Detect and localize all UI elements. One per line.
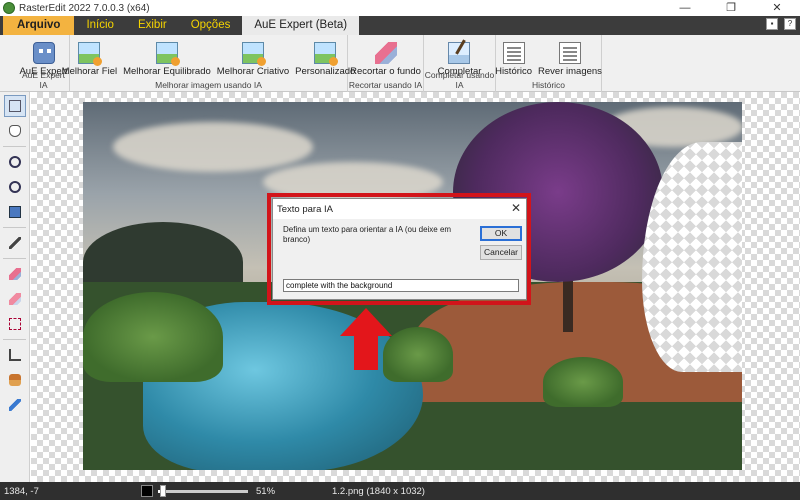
crop-select-tool[interactable] bbox=[4, 95, 26, 117]
select-frame-icon bbox=[9, 100, 21, 112]
group-label: Recortar usando IA bbox=[348, 80, 423, 90]
file-info: 1.2.png (1840 x 1032) bbox=[332, 486, 425, 497]
review-document-icon bbox=[558, 42, 581, 64]
zoom-in-icon bbox=[9, 156, 21, 168]
close-button[interactable]: ✕ bbox=[754, 0, 800, 16]
window-title: RasterEdit 2022 7.0.0.3 (x64) bbox=[19, 2, 150, 14]
quick-access: ▪ ? bbox=[766, 18, 796, 30]
image-settings-icon bbox=[314, 42, 339, 66]
group-label: Completar usando IA bbox=[424, 70, 495, 90]
arrow-head bbox=[340, 308, 392, 336]
eraser-icon bbox=[374, 42, 397, 64]
crop-icon bbox=[9, 349, 21, 361]
texto-para-ia-dialog: Texto para IA ✕ Defina um texto para ori… bbox=[272, 198, 527, 300]
save-icon[interactable]: ▪ bbox=[766, 18, 778, 30]
prompt-text-input[interactable] bbox=[283, 279, 519, 292]
cancel-button[interactable]: Cancelar bbox=[480, 245, 522, 260]
ribbon-group-melhorar: Melhorar Fiel Melhorar Equilibrado Melho… bbox=[62, 35, 355, 92]
tool-strip bbox=[0, 92, 30, 482]
eraser-tool[interactable] bbox=[4, 263, 26, 285]
melhorar-fiel-button[interactable]: Melhorar Fiel bbox=[59, 42, 120, 77]
tool-divider bbox=[3, 339, 26, 340]
tool-divider bbox=[3, 258, 26, 259]
minimize-button[interactable]: — bbox=[662, 0, 708, 16]
zoom-slider[interactable] bbox=[158, 490, 248, 493]
image-enhance-icon bbox=[155, 42, 180, 66]
help-icon[interactable]: ? bbox=[784, 18, 796, 30]
hand-icon bbox=[9, 125, 21, 137]
restore-button[interactable]: ❐ bbox=[708, 0, 754, 16]
image-enhance-icon bbox=[78, 42, 103, 66]
eyedropper-tool[interactable] bbox=[4, 394, 26, 416]
fit-view-tool[interactable] bbox=[4, 201, 26, 223]
tool-divider bbox=[3, 146, 26, 147]
dialog-close-button[interactable]: ✕ bbox=[511, 201, 521, 215]
eraser-icon bbox=[9, 268, 21, 280]
stamp-icon bbox=[9, 374, 21, 386]
status-bar: 1384, -7 51% 1.2.png (1840 x 1032) bbox=[0, 482, 800, 500]
photo-fern bbox=[383, 327, 453, 382]
ribbon-group-recortar: Recortar o fundo Recortar usando IA bbox=[348, 35, 424, 92]
group-label: Histórico bbox=[531, 80, 566, 90]
recortar-fundo-button[interactable]: Recortar o fundo bbox=[347, 42, 424, 77]
melhorar-criativo-label: Melhorar Criativo bbox=[216, 66, 290, 77]
melhorar-fiel-label: Melhorar Fiel bbox=[61, 66, 118, 77]
recortar-fundo-label: Recortar o fundo bbox=[350, 66, 421, 77]
tool-divider bbox=[3, 227, 26, 228]
robot-icon bbox=[32, 42, 55, 64]
arrow-shaft bbox=[354, 335, 378, 370]
melhorar-equilibrado-button[interactable]: Melhorar Equilibrado bbox=[120, 42, 214, 77]
tab-arquivo[interactable]: Arquivo bbox=[3, 16, 75, 35]
pan-tool[interactable] bbox=[4, 120, 26, 142]
historico-button[interactable]: Histórico bbox=[492, 42, 535, 77]
dialog-title: Texto para IA bbox=[273, 199, 526, 219]
ribbon-group-historico: Histórico Rever imagens Histórico bbox=[495, 35, 605, 92]
fit-screen-icon bbox=[9, 206, 21, 218]
melhorar-criativo-button[interactable]: Melhorar Criativo bbox=[214, 42, 292, 77]
pen-tool[interactable] bbox=[4, 232, 26, 254]
lasso-icon bbox=[9, 318, 21, 330]
app-logo-icon bbox=[3, 2, 15, 14]
eraser-icon bbox=[9, 293, 21, 305]
zoom-slider-thumb[interactable] bbox=[160, 485, 166, 497]
color-swatch[interactable] bbox=[141, 485, 153, 497]
dialog-message: Defina um texto para orientar a IA (ou d… bbox=[283, 225, 452, 244]
eraser-alt-tool[interactable] bbox=[4, 288, 26, 310]
red-arrow-annotation bbox=[340, 308, 392, 370]
crop-tool[interactable] bbox=[4, 344, 26, 366]
ok-button[interactable]: OK bbox=[480, 226, 522, 241]
ribbon-group-completar: Completar Completar usando IA bbox=[424, 35, 496, 92]
window-controls: — ❐ ✕ bbox=[662, 0, 800, 16]
rever-imagens-button[interactable]: Rever imagens bbox=[535, 42, 605, 77]
eyedropper-icon bbox=[9, 399, 21, 411]
cursor-coordinates: 1384, -7 bbox=[4, 486, 39, 497]
zoom-out-icon bbox=[9, 181, 21, 193]
tab-exibir[interactable]: Exibir bbox=[126, 16, 179, 35]
tab-inicio[interactable]: Início bbox=[74, 16, 126, 35]
zoom-level: 51% bbox=[256, 486, 276, 497]
lasso-tool[interactable] bbox=[4, 313, 26, 335]
photo-cloud bbox=[113, 122, 313, 172]
magic-wand-icon bbox=[448, 42, 471, 64]
photo-fern bbox=[543, 357, 623, 407]
menu-tab-bar: Arquivo Início Exibir Opções AuE Expert … bbox=[0, 16, 800, 35]
history-document-icon bbox=[502, 42, 525, 64]
rever-imagens-label: Rever imagens bbox=[538, 66, 602, 77]
historico-label: Histórico bbox=[495, 66, 533, 77]
title-bar: RasterEdit 2022 7.0.0.3 (x64) — ❐ ✕ bbox=[0, 0, 800, 16]
pen-icon bbox=[9, 237, 21, 249]
ribbon: AuE Expert AuE Expert IA Melhorar Fiel M… bbox=[0, 35, 800, 92]
zoom-out-tool[interactable] bbox=[4, 176, 26, 198]
photo-ferns bbox=[83, 292, 223, 382]
tab-aue-expert[interactable]: AuE Expert (Beta) bbox=[242, 16, 360, 35]
tab-opcoes[interactable]: Opções bbox=[179, 16, 243, 35]
zoom-in-tool[interactable] bbox=[4, 151, 26, 173]
group-label: Melhorar imagem usando IA bbox=[155, 80, 262, 90]
image-enhance-icon bbox=[241, 42, 266, 66]
stamp-tool[interactable] bbox=[4, 369, 26, 391]
melhorar-equilibrado-label: Melhorar Equilibrado bbox=[123, 66, 211, 77]
